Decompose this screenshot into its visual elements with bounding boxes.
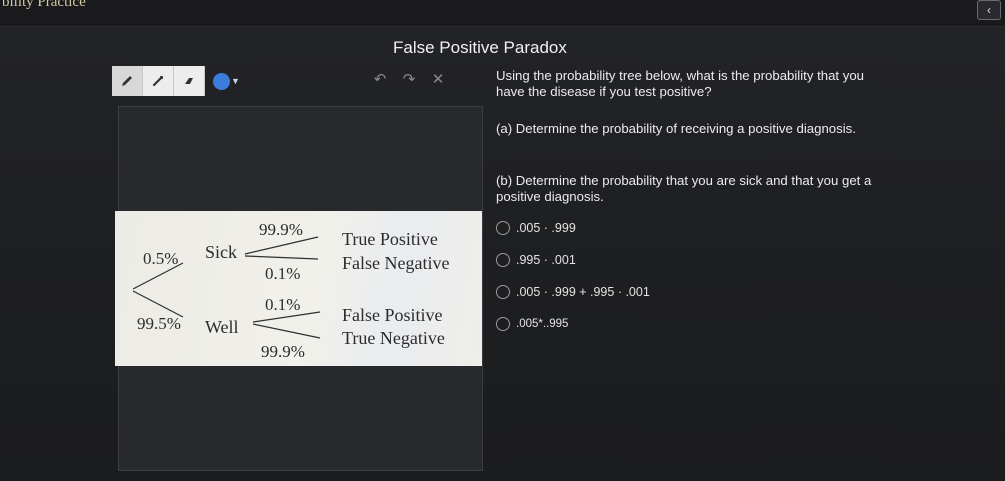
eraser-icon[interactable] xyxy=(174,66,205,96)
well-negative-probability: 99.9% xyxy=(261,342,305,361)
radio-button[interactable] xyxy=(496,253,510,267)
well-positive-probability: 0.1% xyxy=(265,295,300,314)
part-b-text: (b) Determine the probability that you a… xyxy=(496,173,872,204)
part-a-text: (a) Determine the probability of receivi… xyxy=(496,121,856,136)
clear-icon[interactable]: ✕ xyxy=(430,70,446,88)
answer-option-label: .005 · .999 + .995 · .001 xyxy=(516,285,650,299)
well-label: Well xyxy=(205,317,239,337)
well-probability: 99.5% xyxy=(137,314,181,333)
sick-positive-probability: 99.9% xyxy=(259,220,303,239)
true-positive-label: True Positive xyxy=(342,229,438,249)
answer-option[interactable]: .005*..995 xyxy=(496,317,568,331)
sick-negative-probability: 0.1% xyxy=(265,264,300,283)
pen-icon[interactable] xyxy=(143,66,174,96)
radio-button[interactable] xyxy=(496,317,510,331)
page: bility Practice ‹ False Positive Paradox… xyxy=(0,0,1005,481)
answer-option-label: .005*..995 xyxy=(516,318,569,330)
answer-option[interactable]: .995 · .001 xyxy=(496,253,576,267)
sick-label: Sick xyxy=(205,242,237,262)
chevron-left-icon[interactable]: ‹ xyxy=(977,0,1001,20)
false-negative-label: False Negative xyxy=(342,253,449,273)
probability-tree-image: 0.5% Sick 99.5% Well 99.9% 0.1% 0.1% 99.… xyxy=(115,211,482,366)
color-swatch[interactable] xyxy=(213,72,230,90)
page-title: False Positive Paradox xyxy=(393,38,567,57)
true-negative-label: True Negative xyxy=(342,328,445,348)
radio-button[interactable] xyxy=(496,285,510,299)
answer-option-label: .005 · .999 xyxy=(516,221,576,235)
answer-option[interactable]: .005 · .999 xyxy=(496,221,576,235)
radio-button[interactable] xyxy=(496,221,510,235)
drawing-toolbar: ▼ xyxy=(112,66,240,96)
pencil-icon[interactable] xyxy=(112,66,143,96)
question-text: Using the probability tree below, what i… xyxy=(496,68,864,99)
history-controls: ↶ ↷ ✕ xyxy=(372,70,446,88)
caret-down-icon[interactable]: ▼ xyxy=(231,76,240,86)
undo-icon[interactable]: ↶ xyxy=(372,70,388,88)
answer-option[interactable]: .005 · .999 + .995 · .001 xyxy=(496,285,650,299)
top-bar: bility Practice ‹ xyxy=(0,0,1005,27)
false-positive-label: False Positive xyxy=(342,305,443,325)
sick-probability: 0.5% xyxy=(143,249,178,268)
answer-option-label: .995 · .001 xyxy=(516,253,576,267)
redo-icon[interactable]: ↷ xyxy=(401,70,417,88)
app-title: bility Practice xyxy=(2,0,86,10)
